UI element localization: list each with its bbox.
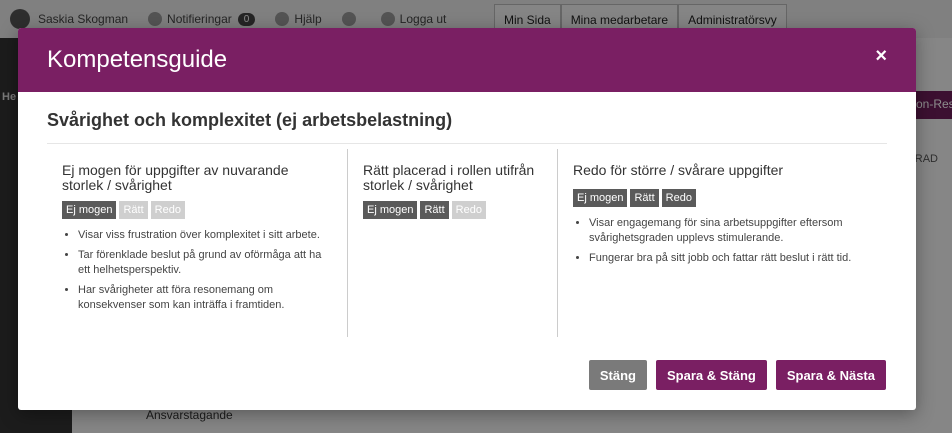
list-item: Tar förenklade beslut på grund av oförmå… [78, 248, 333, 278]
level-tags: Ej mogen Rätt Redo [573, 189, 873, 207]
level-tags: Ej mogen Rätt Redo [363, 201, 543, 219]
level-column-redo[interactable]: Redo för större / svårare uppgifter Ej m… [558, 149, 887, 337]
tag-redo: Redo [661, 189, 696, 207]
list-item: Har svårigheter att föra resonemang om k… [78, 283, 333, 313]
competence-guide-modal: Kompetensguide × Svårighet och komplexit… [18, 28, 916, 410]
modal-title: Kompetensguide [47, 46, 228, 73]
level-columns: Ej mogen för uppgifter av nuvarande stor… [47, 149, 887, 337]
tag-ej-mogen: Ej mogen [62, 201, 117, 219]
tag-ratt: Rätt [630, 189, 659, 207]
modal-footer: Stäng Spara & Stäng Spara & Nästa [588, 360, 886, 390]
modal-body: Svårighet och komplexitet (ej arbetsbela… [18, 92, 916, 337]
column-heading: Rätt placerad i rollen utifrån storlek /… [363, 162, 535, 193]
bullet-list: Visar viss frustration över komplexitet … [62, 228, 333, 313]
list-item: Visar viss frustration över komplexitet … [78, 228, 333, 243]
tag-redo: Redo [150, 201, 185, 219]
tag-ej-mogen: Ej mogen [573, 189, 628, 207]
level-column-ratt[interactable]: Rätt placerad i rollen utifrån storlek /… [348, 149, 558, 337]
tag-redo: Redo [451, 201, 486, 219]
tag-ej-mogen: Ej mogen [363, 201, 418, 219]
list-item: Visar engagemang för sina arbetsuppgifte… [589, 216, 873, 246]
column-heading: Redo för större / svårare uppgifter [573, 162, 784, 178]
close-icon[interactable]: × [875, 46, 887, 66]
modal-header: Kompetensguide × [18, 28, 916, 92]
bullet-list: Visar engagemang för sina arbetsuppgifte… [573, 216, 873, 266]
list-item: Fungerar bra på sitt jobb och fattar rät… [589, 251, 873, 266]
save-next-button[interactable]: Spara & Nästa [775, 360, 886, 390]
tag-ratt: Rätt [420, 201, 449, 219]
close-button[interactable]: Stäng [588, 360, 647, 390]
section-title: Svårighet och komplexitet (ej arbetsbela… [47, 110, 887, 144]
level-tags: Ej mogen Rätt Redo [62, 201, 333, 219]
tag-ratt: Rätt [119, 201, 148, 219]
level-column-ej-mogen[interactable]: Ej mogen för uppgifter av nuvarande stor… [47, 149, 348, 337]
column-heading: Ej mogen för uppgifter av nuvarande stor… [62, 162, 289, 193]
save-close-button[interactable]: Spara & Stäng [655, 360, 767, 390]
